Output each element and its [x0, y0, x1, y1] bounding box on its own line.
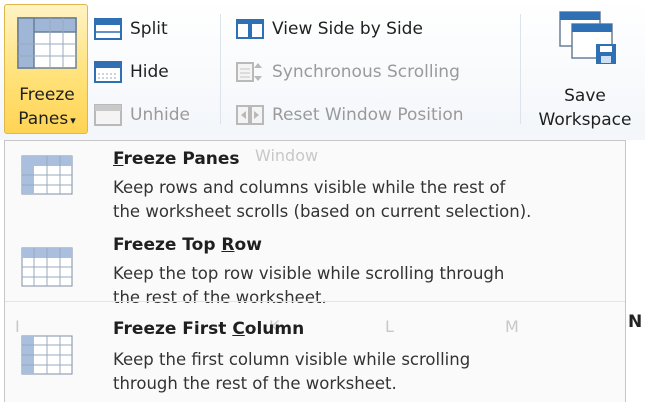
description-line: the rest of the worksheet.	[113, 288, 327, 307]
accelerator-key: C	[232, 319, 245, 339]
freeze-panes-label-line2: Panes ▾	[5, 109, 89, 129]
split-button[interactable]: Split	[94, 14, 168, 44]
reset-window-position-button[interactable]: Reset Window Position	[236, 100, 464, 130]
save-workspace-label-line2: Workspace	[538, 110, 632, 130]
freeze-panes-menu: Window Freeze Panes Keep rows and column…	[4, 140, 626, 402]
description-line: Keep rows and columns visible while the …	[113, 178, 506, 197]
title-text: ow	[234, 235, 262, 255]
menu-item-description: Keep rows and columns visible while the …	[113, 176, 623, 224]
ribbon-separator	[220, 14, 221, 124]
unhide-label: Unhide	[130, 105, 190, 125]
save-workspace-label-line1: Save	[564, 86, 606, 106]
unhide-icon	[94, 104, 122, 126]
view-side-by-side-button[interactable]: View Side by Side	[236, 14, 423, 44]
description-line: the worksheet scrolls (based on current …	[113, 202, 532, 221]
split-label: Split	[130, 19, 168, 39]
title-text: reeze Panes	[123, 149, 240, 169]
split-icon	[94, 18, 122, 40]
freeze-panes-button[interactable]: Freeze Panes ▾	[4, 4, 88, 134]
accelerator-key: F	[113, 149, 124, 169]
sheet-gridline	[5, 301, 625, 302]
title-text: olumn	[244, 319, 305, 339]
synchronous-scrolling-label: Synchronous Scrolling	[272, 62, 460, 82]
unhide-button[interactable]: Unhide	[94, 100, 190, 130]
column-header-n: N	[628, 312, 643, 332]
hide-button[interactable]: Hide	[94, 57, 169, 87]
freeze-top-row-icon	[21, 247, 73, 287]
reset-window-position-icon	[236, 105, 264, 125]
description-line: Keep the top row visible while scrolling…	[113, 264, 505, 283]
freeze-panes-icon	[21, 155, 73, 195]
menu-item-title: Freeze First Column	[113, 319, 304, 339]
chevron-down-icon: ▾	[70, 114, 76, 127]
hide-icon	[94, 61, 122, 83]
freeze-panes-icon	[17, 17, 77, 69]
freeze-panes-label-text: Panes	[18, 109, 69, 129]
menu-item-description: Keep the top row visible while scrolling…	[113, 262, 623, 310]
menu-item-freeze-panes[interactable]: Freeze Panes Keep rows and columns visib…	[5, 141, 625, 227]
title-text: Freeze Top	[113, 235, 222, 255]
hide-label: Hide	[130, 62, 169, 82]
menu-item-title: Freeze Top Row	[113, 235, 262, 255]
menu-item-freeze-first-column[interactable]: Freeze First Column Keep the first colum…	[5, 313, 625, 403]
freeze-panes-label-line1: Freeze	[19, 85, 75, 105]
accelerator-key: R	[221, 235, 235, 255]
freeze-first-column-icon	[21, 335, 73, 375]
description-line: Keep the first column visible while scro…	[113, 350, 471, 369]
ribbon-separator	[520, 14, 521, 124]
menu-item-title: Freeze Panes	[113, 149, 240, 169]
description-line: through the rest of the worksheet.	[113, 374, 397, 393]
reset-window-position-label: Reset Window Position	[272, 105, 464, 125]
view-side-by-side-icon	[236, 19, 264, 39]
synchronous-scrolling-icon	[236, 62, 262, 82]
menu-item-description: Keep the first column visible while scro…	[113, 348, 623, 396]
ribbon-window-group: Freeze Panes ▾ Split Hide Unhide View Si…	[0, 0, 645, 140]
synchronous-scrolling-button[interactable]: Synchronous Scrolling	[236, 57, 460, 87]
view-side-by-side-label: View Side by Side	[272, 19, 423, 39]
save-workspace-icon	[559, 11, 616, 64]
title-text: Freeze First	[113, 319, 233, 339]
